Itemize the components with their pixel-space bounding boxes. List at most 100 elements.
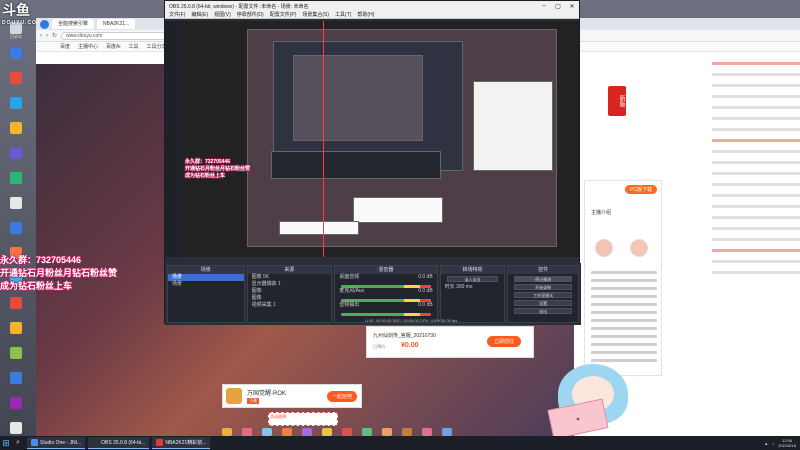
- gift-icon[interactable]: [322, 428, 332, 436]
- bookmark-item[interactable]: 主播中心: [78, 43, 98, 50]
- desktop-icon[interactable]: [2, 72, 30, 96]
- pc-download-button[interactable]: PC版下载: [625, 185, 657, 194]
- exit-button[interactable]: 退出: [514, 308, 572, 314]
- desktop-icon[interactable]: [2, 47, 30, 71]
- bookmark-item[interactable]: 百度: [60, 43, 70, 50]
- task-list: Studio One - JNI... OBS 25.0.8 (64-bi... N…: [24, 437, 211, 449]
- mixer-dock: 混音器 桌面音频 0.0 dB 麦克风/Aux 0.0 dB 音频输出 0.0 …: [334, 265, 438, 323]
- sources-header: 来源: [247, 266, 332, 274]
- network-icon[interactable]: ▲: [764, 441, 768, 446]
- menu-view[interactable]: 视图(V): [214, 11, 231, 18]
- obs-danmu-overlay: 永久群：732705446 开通钻石月粉丝月钻石粉丝赞 成为钻石粉丝上车: [185, 159, 250, 180]
- gift-icon[interactable]: [402, 428, 412, 436]
- taskbar-item-label: NBA2K21精彩前...: [165, 440, 207, 446]
- game-name: 九州仙剑传_官服_20210730: [373, 333, 436, 339]
- mixer-db: 0.0 dB: [418, 288, 433, 294]
- gift-icon[interactable]: [302, 428, 312, 436]
- app-icon: [10, 297, 22, 309]
- taskbar-item-label: Studio One - JNI...: [40, 439, 82, 446]
- avatar[interactable]: [595, 239, 613, 257]
- desktop-icon[interactable]: [2, 97, 30, 121]
- settings-button[interactable]: 设置: [514, 300, 572, 306]
- menu-docks[interactable]: 停靠部件(D): [237, 11, 264, 18]
- desktop-icon[interactable]: [2, 347, 30, 371]
- gift-icon[interactable]: [442, 428, 452, 436]
- mixer-channel-name: 麦克风/Aux: [339, 288, 365, 294]
- browser-logo-icon[interactable]: [40, 19, 49, 29]
- game-icon: [226, 388, 242, 404]
- desktop-icon[interactable]: [2, 222, 30, 246]
- browser-tab[interactable]: NBA2K21...: [97, 19, 136, 29]
- source-item[interactable]: 显示器捕获 1: [248, 281, 332, 288]
- menu-scene-collection[interactable]: 场景集合(S): [302, 11, 329, 18]
- scene-item[interactable]: 场景: [168, 274, 244, 281]
- back-icon[interactable]: ‹: [40, 33, 42, 39]
- studio-mode-button[interactable]: 工作室模式: [514, 292, 572, 298]
- clock[interactable]: 12:06 2021/8/18: [778, 438, 796, 448]
- minimize-icon[interactable]: –: [537, 3, 551, 9]
- close-icon[interactable]: ✕: [565, 3, 579, 10]
- volume-icon[interactable]: ♪: [772, 441, 774, 446]
- source-item[interactable]: 视频采集 1: [248, 302, 332, 309]
- menu-edit[interactable]: 编辑(E): [191, 11, 208, 18]
- danmu-line: 永久群：732705446: [0, 255, 82, 265]
- desktop-icon[interactable]: [2, 197, 30, 221]
- ad-sub: 下载: [247, 398, 259, 404]
- menu-help[interactable]: 帮助(H): [357, 11, 374, 18]
- desktop-icon[interactable]: [2, 397, 30, 421]
- volume-meter[interactable]: [341, 313, 431, 316]
- clock-date: 2021/8/18: [778, 443, 796, 448]
- refresh-icon[interactable]: ↻: [52, 32, 57, 39]
- danmu-line: 成为钻石粉丝上车: [0, 281, 73, 291]
- panel-text: [591, 271, 657, 367]
- forward-icon[interactable]: ›: [46, 33, 48, 39]
- scenes-header: 场景: [168, 266, 244, 274]
- gift-icon[interactable]: [222, 428, 232, 436]
- obs-titlebar: OBS 25.0.8 (64-bit, windows) - 配置文件: 未命名…: [165, 1, 579, 11]
- app-icon: [10, 322, 22, 334]
- gift-icon[interactable]: [342, 428, 352, 436]
- browser-tab[interactable]: 全能搜索引擎: [52, 19, 95, 29]
- gift-icon[interactable]: [282, 428, 292, 436]
- app-icon: [10, 172, 22, 184]
- desktop-icon[interactable]: [2, 297, 30, 321]
- source-item[interactable]: 图像: [248, 288, 332, 295]
- windows-start-icon[interactable]: ⊞: [0, 436, 12, 450]
- ad-play-button[interactable]: 一起玩吧: [326, 391, 357, 402]
- gift-icon[interactable]: [382, 428, 392, 436]
- gift-icon[interactable]: [362, 428, 372, 436]
- gift-icon[interactable]: [422, 428, 432, 436]
- desktop-icon[interactable]: [2, 322, 30, 346]
- stop-streaming-button[interactable]: 停止推流: [514, 276, 572, 282]
- menu-file[interactable]: 文件(F): [169, 11, 185, 18]
- taskbar-item[interactable]: OBS 25.0.8 (64-bi...: [88, 437, 150, 449]
- game-price: ¥0.00: [401, 342, 419, 349]
- scene-item[interactable]: 场景: [168, 281, 244, 288]
- danmu-line: 永久群：732705446: [185, 159, 231, 165]
- transitions-dock: 转场特效 淡入淡出 时长 300 ms: [439, 265, 506, 323]
- desktop-icon[interactable]: [2, 122, 30, 146]
- taskbar-item[interactable]: NBA2K21精彩前...: [152, 437, 211, 449]
- gift-icon[interactable]: [262, 428, 272, 436]
- menu-profile[interactable]: 配置文件(P): [270, 11, 297, 18]
- obs-preview[interactable]: 永久群：732705446 开通钻石月粉丝月钻石粉丝赞 成为钻石粉丝上车: [183, 21, 579, 257]
- desktop-icon[interactable]: [2, 372, 30, 396]
- taskbar-item[interactable]: Studio One - JNI...: [27, 437, 86, 449]
- duration-input[interactable]: 300 ms: [456, 284, 472, 290]
- app-icon: [10, 72, 22, 84]
- source-item[interactable]: 图像 5K: [248, 274, 332, 281]
- source-item[interactable]: 图像: [248, 295, 332, 302]
- game-go-button[interactable]: 立即前往: [486, 336, 521, 347]
- app-icon: [10, 222, 22, 234]
- start-recording-button[interactable]: 开始录制: [514, 284, 572, 290]
- avatar[interactable]: [629, 239, 648, 257]
- menu-tools[interactable]: 工具(T): [335, 11, 351, 18]
- gift-icon[interactable]: [242, 428, 252, 436]
- maximize-icon[interactable]: ▢: [551, 3, 565, 10]
- search-icon[interactable]: ⌕: [12, 436, 24, 450]
- bookmark-item[interactable]: 百度Ai: [106, 43, 120, 50]
- bookmark-item[interactable]: 工具: [128, 43, 138, 50]
- transition-select[interactable]: 淡入淡出: [446, 276, 499, 282]
- desktop-icon[interactable]: [2, 147, 30, 171]
- desktop-icon[interactable]: [2, 172, 30, 196]
